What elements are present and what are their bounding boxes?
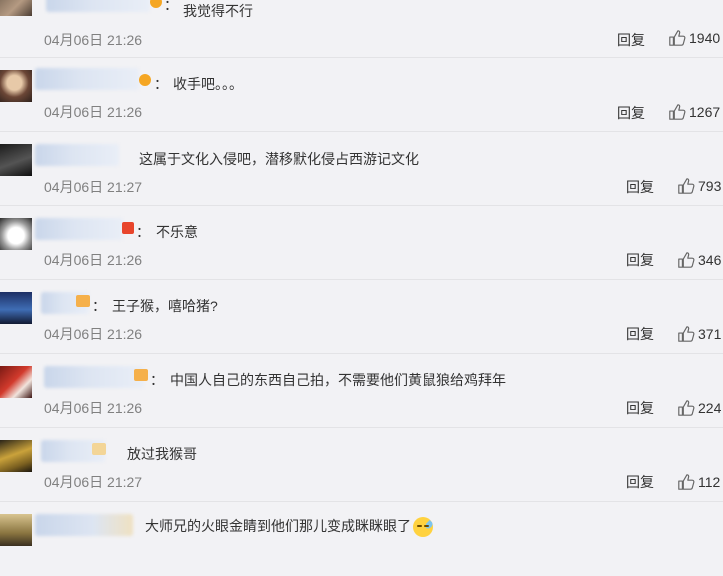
comment-text: 这属于文化入侵吧，潜移默化侵占西游记文化 [139, 151, 419, 167]
like-count: 371 [698, 326, 722, 342]
comment-text: 收手吧。。。 [173, 76, 243, 92]
comment-time: 04月06日 21:26 [44, 104, 143, 120]
comment-item: ： 我觉得不行 04月06日 21:26 回复 1940 [0, 0, 723, 58]
like-count: 1940 [689, 30, 721, 46]
comment-text: 中国人自己的东西自己拍，不需要他们黄鼠狼给鸡拜年 [170, 372, 506, 388]
thumbs-up-icon [669, 104, 686, 120]
comment-item: ： 不乐意 04月06日 21:26 回复 346 [0, 206, 723, 280]
comment-text: 不乐意 [156, 224, 198, 240]
vip-badge-icon [76, 295, 90, 307]
comment-time: 04月06日 21:26 [44, 326, 143, 342]
username-colon: ： [92, 298, 106, 314]
reply-button[interactable]: 回复 [626, 324, 654, 344]
username-colon: ： [164, 0, 178, 13]
user-avatar-icon[interactable] [0, 292, 32, 324]
username-colon: ： [154, 76, 168, 92]
blurred-username[interactable] [46, 0, 150, 12]
like-button[interactable]: 224 [677, 399, 721, 417]
comment-time: 04月06日 21:26 [44, 32, 143, 48]
blurred-username[interactable] [35, 68, 139, 90]
comment-item: 这属于文化入侵吧，潜移默化侵占西游记文化 04月06日 21:27 回复 793 [0, 132, 723, 206]
comment-item: 放过我猴哥 04月06日 21:27 回复 112 [0, 428, 723, 502]
vip-badge-icon [122, 222, 134, 234]
vip-badge-icon [139, 74, 151, 86]
like-count: 112 [698, 474, 721, 490]
reply-button[interactable]: 回复 [617, 30, 645, 50]
user-avatar-icon[interactable] [0, 144, 32, 176]
comment-item: ： 中国人自己的东西自己拍，不需要他们黄鼠狼给鸡拜年 04月06日 21:26 … [0, 354, 723, 428]
blurred-username[interactable] [35, 144, 119, 166]
comment-text-content: 大师兄的火眼金睛到他们那儿变成眯眯眼了 [145, 518, 411, 534]
comment-time: 04月06日 21:26 [44, 252, 143, 268]
like-button[interactable]: 1940 [668, 29, 720, 47]
blurred-username[interactable] [44, 366, 144, 388]
comment-item: 大师兄的火眼金睛到他们那儿变成眯眯眼了 [0, 502, 723, 576]
comment-item: ： 收手吧。。。 04月06日 21:26 回复 1267 [0, 58, 723, 132]
user-avatar-icon[interactable] [0, 514, 32, 546]
comment-time: 04月06日 21:27 [44, 474, 143, 490]
like-button[interactable]: 793 [677, 177, 721, 195]
vip-badge-icon [134, 369, 148, 381]
blurred-username[interactable] [35, 514, 133, 536]
like-button[interactable]: 112 [677, 473, 720, 491]
reply-button[interactable]: 回复 [626, 398, 654, 418]
comment-item: ： 王子猴，嘻哈猪? 04月06日 21:26 回复 371 [0, 280, 723, 354]
thumbs-up-icon [678, 326, 695, 342]
user-avatar-icon[interactable] [0, 366, 32, 398]
thumbs-up-icon [678, 474, 695, 490]
like-button[interactable]: 371 [677, 325, 721, 343]
user-avatar-icon[interactable] [0, 440, 32, 472]
reply-button[interactable]: 回复 [626, 472, 654, 492]
user-avatar-icon[interactable] [0, 218, 32, 250]
comment-text: 大师兄的火眼金睛到他们那儿变成眯眯眼了 [145, 516, 434, 538]
reply-button[interactable]: 回复 [626, 250, 654, 270]
vip-badge-icon [92, 443, 106, 455]
comment-text: 王子猴，嘻哈猪? [112, 298, 218, 314]
thumbs-up-icon [678, 400, 695, 416]
comment-time: 04月06日 21:26 [44, 400, 143, 416]
sweat-face-emoji-icon [413, 517, 434, 538]
reply-button[interactable]: 回复 [617, 103, 645, 123]
thumbs-up-icon [669, 30, 686, 46]
comment-text: 放过我猴哥 [127, 446, 197, 462]
username-colon: ： [150, 372, 164, 388]
reply-button[interactable]: 回复 [626, 177, 654, 197]
comment-time: 04月06日 21:27 [44, 179, 143, 195]
thumbs-up-icon [678, 252, 695, 268]
like-button[interactable]: 1267 [668, 103, 720, 121]
user-avatar-icon[interactable] [0, 70, 32, 102]
username-colon: ： [136, 224, 150, 240]
comment-text: 我觉得不行 [183, 3, 253, 19]
like-count: 793 [698, 178, 722, 194]
thumbs-up-icon [678, 178, 695, 194]
like-count: 1267 [689, 104, 721, 120]
like-count: 224 [698, 400, 722, 416]
like-button[interactable]: 346 [677, 251, 721, 269]
user-avatar-icon[interactable] [0, 0, 32, 16]
vip-badge-icon [150, 0, 162, 8]
blurred-username[interactable] [35, 218, 123, 240]
like-count: 346 [698, 252, 722, 268]
